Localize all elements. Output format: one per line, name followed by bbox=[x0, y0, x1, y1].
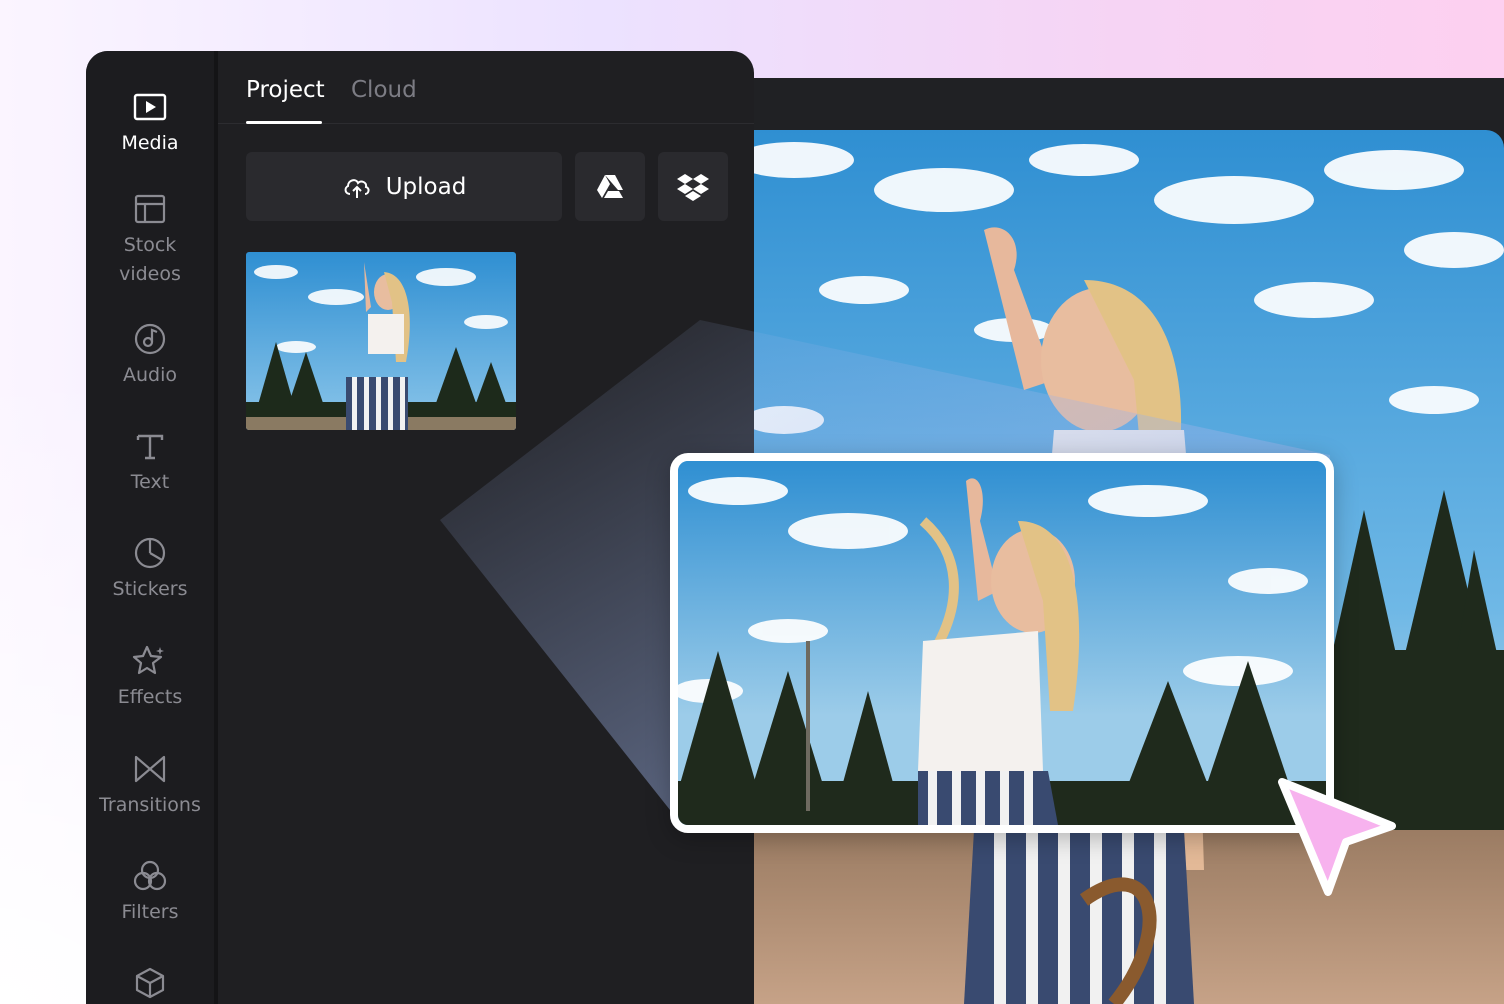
sidebar-item-label: Stock videos bbox=[119, 234, 181, 285]
stickers-icon bbox=[132, 535, 168, 571]
google-drive-icon bbox=[595, 173, 625, 201]
sidebar: Media Stock videos Audio Text Stickers E… bbox=[86, 51, 218, 1004]
dropbox-button[interactable] bbox=[658, 152, 728, 221]
sidebar-item-label: Effects bbox=[117, 686, 183, 708]
effects-icon bbox=[132, 643, 168, 679]
media-thumbnail[interactable] bbox=[246, 252, 516, 430]
upload-label: Upload bbox=[385, 173, 467, 200]
sidebar-item-label: Transitions bbox=[99, 794, 201, 816]
tab-project[interactable]: Project bbox=[246, 75, 325, 105]
stock-videos-icon bbox=[132, 191, 168, 227]
zoomed-photo bbox=[678, 461, 1326, 825]
editor-panel: Media Stock videos Audio Text Stickers E… bbox=[86, 51, 754, 1004]
cursor-pointer-icon bbox=[1276, 776, 1400, 900]
cube-icon bbox=[132, 965, 168, 1001]
sidebar-item-media[interactable]: Media bbox=[86, 89, 214, 158]
cloud-upload-icon bbox=[342, 172, 372, 202]
sidebar-item-label: Stickers bbox=[112, 578, 188, 600]
sidebar-item-label: Text bbox=[130, 471, 170, 493]
audio-icon bbox=[132, 321, 168, 357]
sidebar-item-filters[interactable]: Filters bbox=[86, 858, 214, 927]
sidebar-item-transitions[interactable]: Transitions bbox=[86, 751, 214, 820]
sidebar-item-elements[interactable] bbox=[86, 965, 214, 1004]
sidebar-item-stickers[interactable]: Stickers bbox=[86, 535, 214, 604]
sidebar-item-label: Filters bbox=[121, 901, 179, 923]
sidebar-item-label: Media bbox=[121, 132, 179, 154]
sidebar-item-stock-videos[interactable]: Stock videos bbox=[86, 191, 214, 289]
upload-button[interactable]: Upload bbox=[246, 152, 562, 221]
sidebar-item-label: Audio bbox=[122, 364, 177, 386]
google-drive-button[interactable] bbox=[575, 152, 645, 221]
sidebar-item-effects[interactable]: Effects bbox=[86, 643, 214, 712]
active-tab-indicator bbox=[246, 121, 322, 124]
transitions-icon bbox=[132, 751, 168, 787]
sidebar-item-text[interactable]: Text bbox=[86, 428, 214, 497]
tab-cloud[interactable]: Cloud bbox=[351, 75, 417, 105]
thumbnail-photo bbox=[246, 252, 516, 430]
dropbox-icon bbox=[677, 173, 709, 201]
filters-icon bbox=[132, 858, 168, 894]
sidebar-item-audio[interactable]: Audio bbox=[86, 321, 214, 390]
zoomed-preview[interactable] bbox=[670, 453, 1334, 833]
media-icon bbox=[132, 89, 168, 125]
text-icon bbox=[132, 428, 168, 464]
